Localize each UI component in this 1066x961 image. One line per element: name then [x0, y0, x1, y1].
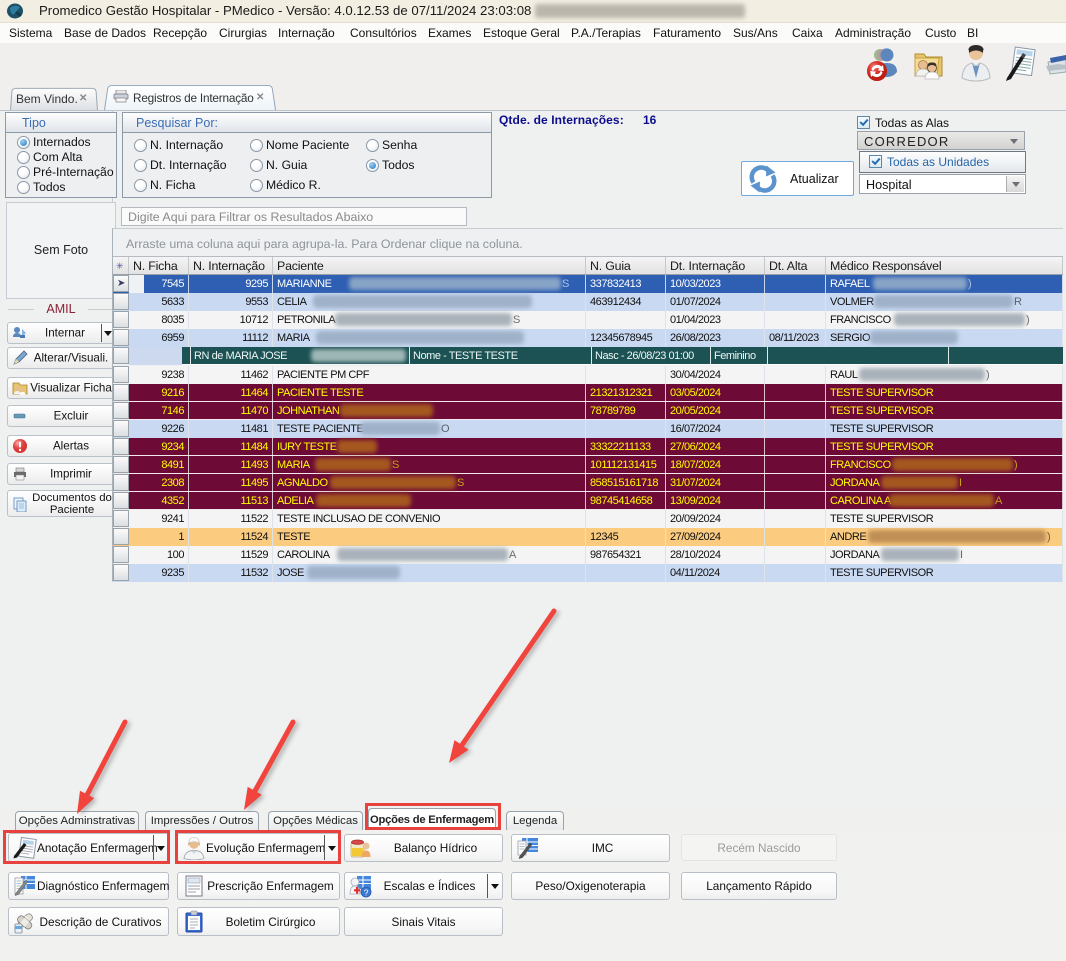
- svg-text:?: ?: [364, 888, 369, 898]
